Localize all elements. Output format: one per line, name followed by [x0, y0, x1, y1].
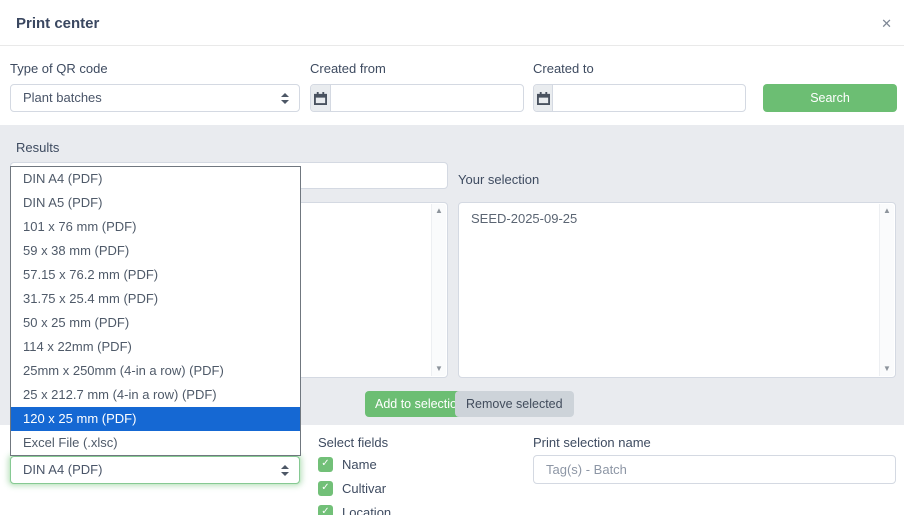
your-selection-label: Your selection: [458, 172, 539, 187]
page-title: Print center: [16, 15, 99, 32]
type-of-qr-label: Type of QR code: [10, 61, 108, 76]
selection-listbox[interactable]: SEED-2025-09-25 ▲ ▼: [458, 202, 896, 378]
dropdown-option[interactable]: 25 x 212.7 mm (4-in a row) (PDF): [11, 383, 300, 407]
dropdown-option[interactable]: 114 x 22mm (PDF): [11, 335, 300, 359]
checkbox-label: Location: [342, 505, 391, 515]
select-arrows-icon: [281, 465, 289, 476]
field-checkbox-row[interactable]: ✓ Location: [318, 504, 391, 515]
checkbox-checked-icon[interactable]: ✓: [318, 505, 333, 515]
dropdown-option[interactable]: 31.75 x 25.4 mm (PDF): [11, 287, 300, 311]
search-button[interactable]: Search: [763, 84, 897, 112]
qr-type-select-value: Plant batches: [23, 90, 102, 105]
print-selection-name-input[interactable]: [533, 455, 896, 484]
scroll-down-icon[interactable]: ▼: [883, 365, 891, 373]
scroll-up-icon[interactable]: ▲: [435, 207, 443, 215]
checkbox-label: Name: [342, 457, 377, 472]
dropdown-option[interactable]: 120 x 25 mm (PDF): [11, 407, 300, 431]
modal-header: Print center ✕: [0, 0, 904, 46]
close-icon[interactable]: ✕: [881, 16, 892, 32]
qr-type-select[interactable]: Plant batches: [10, 84, 300, 112]
dropdown-option[interactable]: 25mm x 250mm (4-in a row) (PDF): [11, 359, 300, 383]
field-checkbox-row[interactable]: ✓ Name: [318, 456, 377, 472]
calendar-icon[interactable]: [311, 85, 331, 111]
format-select-value: DIN A4 (PDF): [23, 462, 102, 477]
format-dropdown-list: DIN A4 (PDF)DIN A5 (PDF)101 x 76 mm (PDF…: [10, 166, 301, 456]
scroll-down-icon[interactable]: ▼: [435, 365, 443, 373]
print-selection-name-label: Print selection name: [533, 435, 651, 450]
dropdown-option[interactable]: 57.15 x 76.2 mm (PDF): [11, 263, 300, 287]
results-label: Results: [16, 140, 59, 155]
results-scrollbar[interactable]: ▲ ▼: [431, 204, 446, 376]
created-from-group: [310, 84, 524, 112]
created-to-input[interactable]: [553, 85, 745, 111]
checkbox-checked-icon[interactable]: ✓: [318, 457, 333, 472]
created-from-input[interactable]: [331, 85, 523, 111]
select-arrows-icon: [281, 93, 289, 104]
scroll-up-icon[interactable]: ▲: [883, 207, 891, 215]
created-to-label: Created to: [533, 61, 594, 76]
checkbox-checked-icon[interactable]: ✓: [318, 481, 333, 496]
print-center-modal: Print center ✕ Type of QR code Plant bat…: [0, 0, 904, 515]
dropdown-option[interactable]: DIN A5 (PDF): [11, 191, 300, 215]
created-from-label: Created from: [310, 61, 386, 76]
dropdown-option[interactable]: 59 x 38 mm (PDF): [11, 239, 300, 263]
dropdown-option[interactable]: 101 x 76 mm (PDF): [11, 215, 300, 239]
field-checkbox-row[interactable]: ✓ Cultivar: [318, 480, 386, 496]
dropdown-option[interactable]: DIN A4 (PDF): [11, 167, 300, 191]
selection-item[interactable]: SEED-2025-09-25: [459, 203, 895, 228]
created-to-group: [533, 84, 746, 112]
dropdown-option[interactable]: 50 x 25 mm (PDF): [11, 311, 300, 335]
select-fields-label: Select fields: [318, 435, 388, 450]
remove-selected-button[interactable]: Remove selected: [455, 391, 574, 417]
checkbox-label: Cultivar: [342, 481, 386, 496]
format-select[interactable]: DIN A4 (PDF): [10, 456, 300, 484]
calendar-icon[interactable]: [534, 85, 553, 111]
dropdown-option[interactable]: Excel File (.xlsc): [11, 431, 300, 455]
selection-scrollbar[interactable]: ▲ ▼: [879, 204, 894, 376]
